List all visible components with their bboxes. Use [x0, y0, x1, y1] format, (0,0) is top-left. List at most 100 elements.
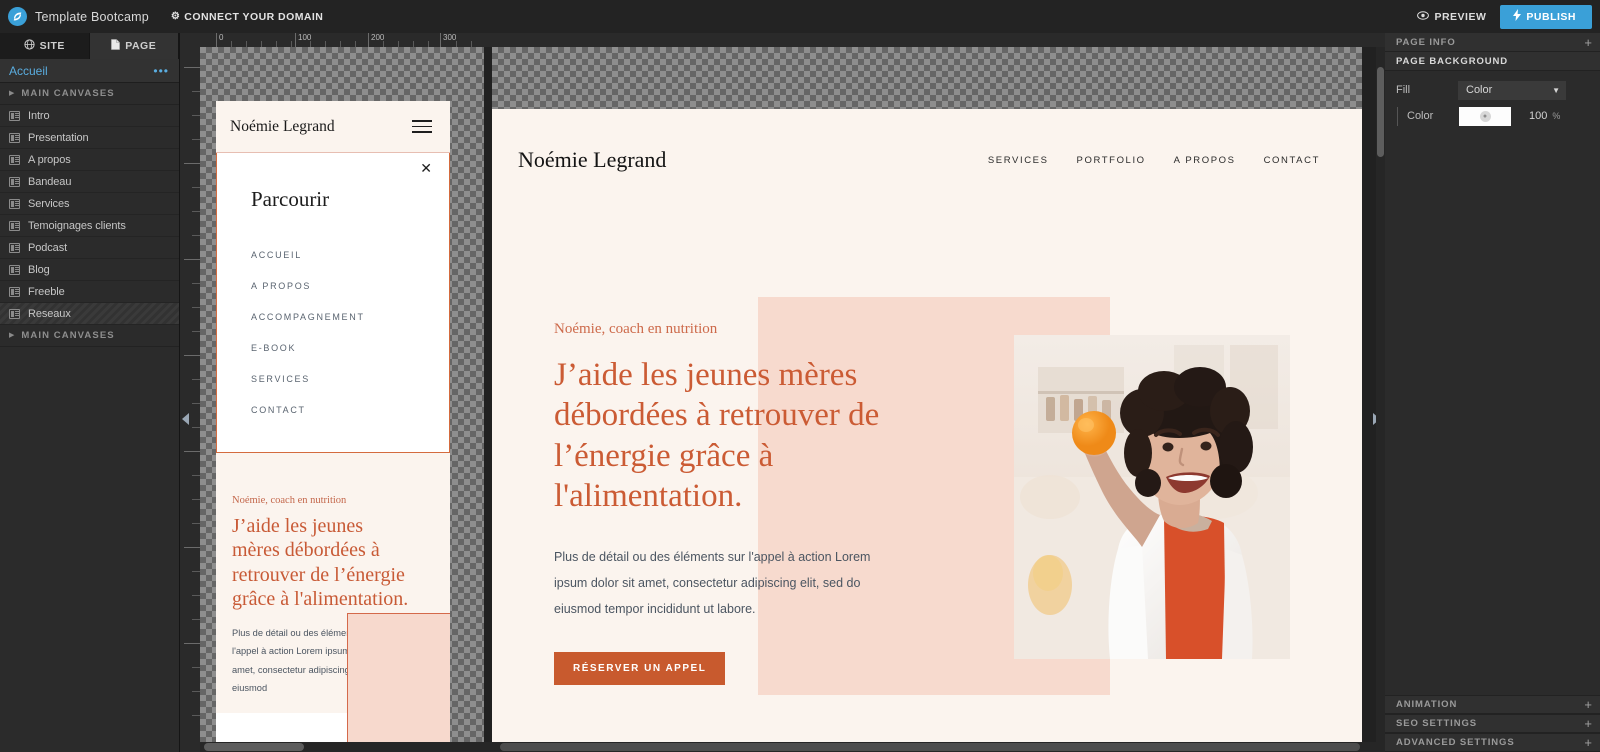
page-options-icon[interactable]: •••	[153, 65, 169, 77]
connect-domain-label: CONNECT YOUR DOMAIN	[184, 10, 324, 23]
chevron-right-icon: ▶	[9, 332, 15, 339]
fill-type-value: Color	[1466, 84, 1493, 96]
mobile-page-frame[interactable]: Noémie Legrand ✕ Parcourir ACCUEIL A PRO…	[216, 101, 450, 752]
eye-icon	[1417, 11, 1430, 23]
sidebar-item-reseaux[interactable]: Reseaux	[0, 303, 179, 325]
color-swatch[interactable]: ●	[1459, 106, 1511, 126]
desktop-page-frame[interactable]: Noémie Legrand SERVICES PORTFOLIO A PROP…	[492, 109, 1362, 752]
sidebar-item-intro[interactable]: Intro	[0, 105, 179, 127]
canvas-vertical-scroll-thumb[interactable]	[1377, 67, 1384, 157]
reserver-un-appel-button[interactable]: RÉSERVER UN APPEL	[554, 652, 726, 685]
sidebar-tabs: SITE PAGE	[0, 33, 179, 59]
tab-site[interactable]: SITE	[0, 33, 90, 59]
mobile-menu-item-contact[interactable]: CONTACT	[251, 405, 449, 415]
desktop-transparency-backdrop	[492, 47, 1362, 109]
ruler-mark: 0	[219, 33, 224, 42]
publish-label: PUBLISH	[1526, 10, 1576, 23]
connect-domain-button[interactable]: ⚙ CONNECT YOUR DOMAIN	[171, 11, 323, 23]
mobile-menu-list: ACCUEIL A PROPOS ACCOMPAGNEMENT E-BOOK S…	[217, 212, 449, 415]
expand-icon[interactable]: +	[1584, 717, 1592, 730]
ruler-mark: 300	[443, 33, 457, 42]
desktop-nav-a-propos[interactable]: A PROPOS	[1174, 155, 1236, 166]
section-advanced-settings[interactable]: ADVANCED SETTINGS +	[1385, 733, 1600, 752]
mobile-site-header: Noémie Legrand	[216, 101, 450, 153]
desktop-nav-contact[interactable]: CONTACT	[1264, 155, 1320, 166]
preview-label: PREVIEW	[1434, 10, 1487, 23]
canvas-horizontal-scrollbar[interactable]	[200, 742, 1385, 752]
layer-label: Podcast	[28, 241, 68, 254]
nesting-line	[1397, 106, 1398, 126]
smiling-woman-holding-orange-photo	[1014, 335, 1290, 659]
fill-type-select[interactable]: Color ▼	[1458, 80, 1566, 100]
chevron-right-icon: ▶	[9, 90, 15, 97]
current-page-row[interactable]: Accueil •••	[0, 59, 179, 83]
canvas-vertical-scrollbar[interactable]	[1376, 47, 1385, 752]
mobile-menu-item-accueil[interactable]: ACCUEIL	[251, 250, 449, 260]
tab-page[interactable]: PAGE	[89, 33, 179, 59]
canvas-icon	[9, 286, 20, 297]
hamburger-menu-icon[interactable]	[412, 116, 432, 137]
group-label: MAIN CANVASES	[21, 88, 115, 99]
sidebar-item-temoignages-clients[interactable]: Temoignages clients	[0, 215, 179, 237]
section-title: SEO SETTINGS	[1396, 718, 1478, 729]
mobile-menu-item-e-book[interactable]: E-BOOK	[251, 343, 449, 353]
color-label: Color	[1407, 110, 1434, 122]
opacity-value[interactable]: 100	[1529, 110, 1547, 122]
expand-icon[interactable]: +	[1584, 698, 1592, 711]
color-row: Color ● 100 %	[1385, 103, 1600, 129]
sidebar-item-services[interactable]: Services	[0, 193, 179, 215]
top-bar: Template Bootcamp ⚙ CONNECT YOUR DOMAIN …	[0, 0, 1600, 33]
chevron-down-icon: ▼	[1552, 85, 1560, 95]
sidebar-item-blog[interactable]: Blog	[0, 259, 179, 281]
section-animation[interactable]: ANIMATION +	[1385, 695, 1600, 714]
sidebar-item-freeble[interactable]: Freeble	[0, 281, 179, 303]
desktop-site-header: Noémie Legrand SERVICES PORTFOLIO A PROP…	[492, 109, 1362, 173]
section-page-info[interactable]: PAGE INFO +	[1385, 33, 1600, 52]
layer-label: A propos	[28, 153, 71, 166]
desktop-hero-section: Noémie, coach en nutrition J’aide les je…	[554, 321, 1074, 685]
group-main-canvases-bottom[interactable]: ▶ MAIN CANVASES	[0, 325, 179, 347]
close-icon[interactable]: ✕	[420, 161, 432, 175]
editor-window: Template Bootcamp ⚙ CONNECT YOUR DOMAIN …	[0, 0, 1600, 752]
expand-icon[interactable]: +	[1584, 736, 1592, 749]
mobile-horizontal-scroll-thumb[interactable]	[204, 743, 304, 751]
right-properties-panel: PAGE INFO + PAGE BACKGROUND Fill Color ▼…	[1385, 33, 1600, 752]
sidebar-item-bandeau[interactable]: Bandeau	[0, 171, 179, 193]
canvas-icon	[9, 176, 20, 187]
mobile-hero-kicker: Noémie, coach en nutrition	[232, 495, 347, 506]
preview-button[interactable]: PREVIEW	[1403, 11, 1500, 23]
expand-icon[interactable]: +	[1584, 36, 1592, 49]
mobile-menu-item-services[interactable]: SERVICES	[251, 374, 449, 384]
publish-button[interactable]: PUBLISH	[1500, 4, 1592, 29]
horizontal-ruler[interactable]: 0 100 200 300	[200, 33, 1385, 47]
right-panel-bottom-sections: ANIMATION + SEO SETTINGS + ADVANCED SETT…	[1385, 695, 1600, 752]
desktop-nav-services[interactable]: SERVICES	[988, 155, 1049, 166]
mobile-nav-overlay: ✕ Parcourir ACCUEIL A PROPOS ACCOMPAGNEM…	[216, 153, 450, 453]
sidebar-item-podcast[interactable]: Podcast	[0, 237, 179, 259]
section-page-background[interactable]: PAGE BACKGROUND	[1385, 52, 1600, 71]
desktop-nav-portfolio[interactable]: PORTFOLIO	[1077, 155, 1146, 166]
canvas-icon	[9, 308, 20, 319]
sidebar-item-presentation[interactable]: Presentation	[0, 127, 179, 149]
tab-page-label: PAGE	[125, 40, 157, 52]
mobile-brand: Noémie Legrand	[230, 117, 335, 135]
vertical-ruler[interactable]	[180, 47, 200, 752]
section-title: ADVANCED SETTINGS	[1396, 737, 1515, 748]
group-main-canvases-top[interactable]: ▶ MAIN CANVASES	[0, 83, 179, 105]
tab-site-label: SITE	[39, 40, 65, 52]
layer-label: Blog	[28, 263, 50, 276]
desktop-horizontal-scroll-thumb[interactable]	[500, 743, 1360, 751]
mobile-hero-headline: J’aide les jeunes mères débordées à retr…	[232, 515, 409, 611]
canvas-icon	[9, 242, 20, 253]
collapse-left-arrow-icon[interactable]	[182, 413, 189, 425]
left-sidebar: SITE PAGE Accueil ••• ▶ MAIN CANVASES In…	[0, 33, 180, 752]
fill-label: Fill	[1396, 84, 1411, 96]
section-seo-settings[interactable]: SEO SETTINGS +	[1385, 714, 1600, 733]
desktop-hero-photo[interactable]	[1014, 335, 1290, 659]
layer-label: Reseaux	[28, 307, 71, 320]
app-logo-icon[interactable]	[8, 7, 27, 26]
sidebar-item-a-propos[interactable]: A propos	[0, 149, 179, 171]
mobile-menu-item-a-propos[interactable]: A PROPOS	[251, 281, 449, 291]
mobile-menu-item-accompagnement[interactable]: ACCOMPAGNEMENT	[251, 312, 449, 322]
section-title: PAGE INFO	[1396, 36, 1456, 48]
